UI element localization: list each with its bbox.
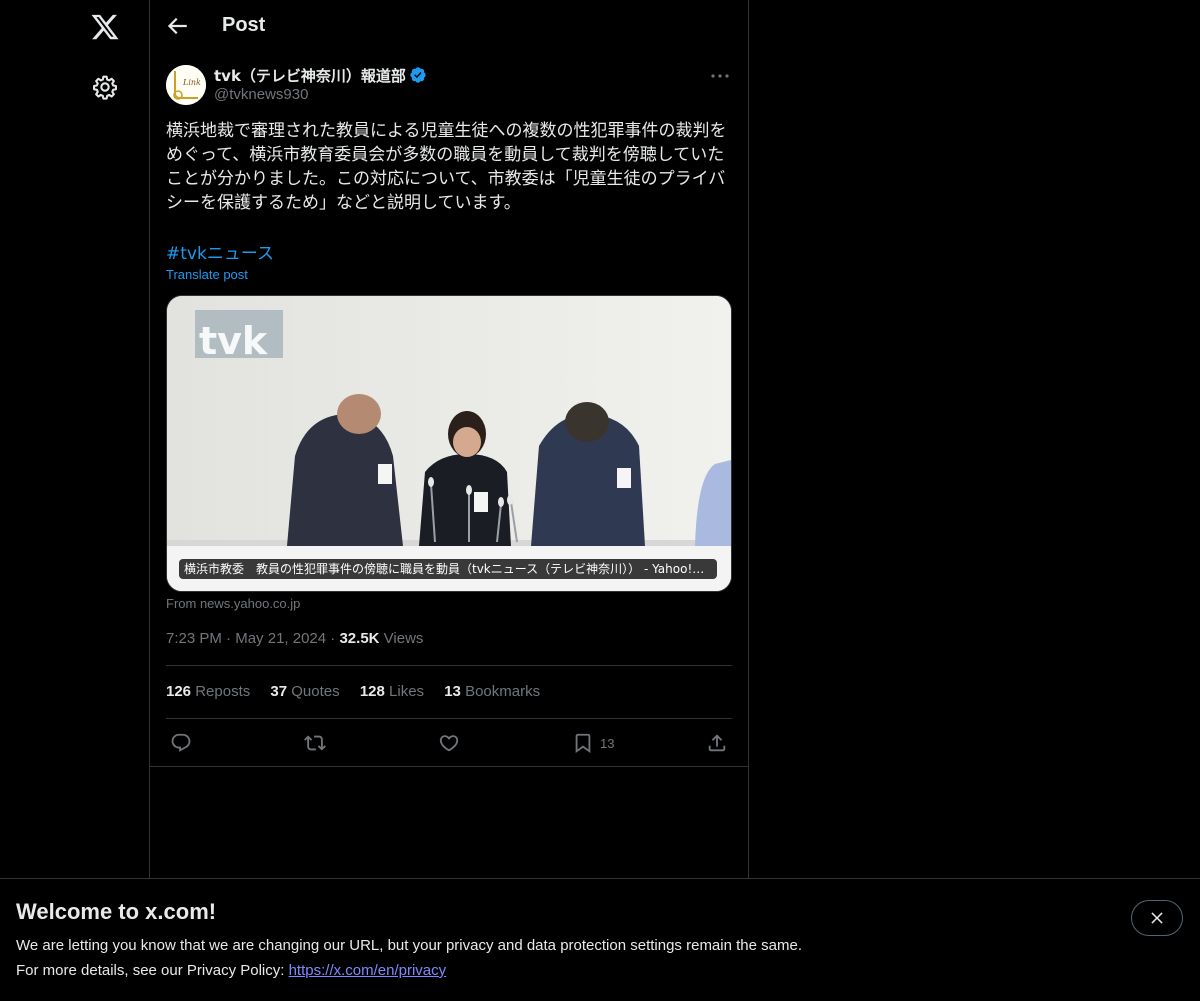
reposts-stat[interactable]: 126 Reposts <box>166 683 250 700</box>
views-count: 32.5K <box>339 630 380 647</box>
quotes-stat[interactable]: 37 Quotes <box>270 683 339 700</box>
banner-policy-prefix: For more details, see our Privacy Policy… <box>16 962 289 979</box>
card-watermark: tvk <box>199 319 268 363</box>
post-date[interactable]: May 21, 2024 <box>235 630 326 647</box>
avatar[interactable]: Link <box>166 65 206 105</box>
close-banner-button[interactable] <box>1131 900 1183 936</box>
quotes-count: 37 <box>270 683 288 700</box>
card-title: 横浜市教委 教員の性犯罪事件の傍聴に職員を動員（tvkニュース（テレビ神奈川））… <box>179 559 717 579</box>
card-image: tvk <box>167 296 731 591</box>
privacy-policy-link[interactable]: https://x.com/en/privacy <box>289 962 447 979</box>
views-label: Views <box>383 630 424 647</box>
bookmarks-stat: 13 Bookmarks <box>444 683 540 700</box>
banner-text: We are letting you know that we are chan… <box>16 937 802 954</box>
divider <box>166 718 732 719</box>
meta-separator: · <box>226 630 236 647</box>
bookmarks-label: Bookmarks <box>465 683 541 700</box>
verified-badge-icon <box>409 66 427 84</box>
bookmark-button[interactable]: 13 <box>572 730 614 756</box>
link-card[interactable]: tvk 横浜市教委 教員の性犯罪事件の傍聴に職員を動員（tvkニュース（テレビ神… <box>166 295 732 592</box>
like-button[interactable] <box>438 730 460 756</box>
share-button[interactable] <box>706 730 728 756</box>
back-arrow-icon[interactable] <box>164 13 190 39</box>
like-icon <box>439 735 459 752</box>
reply-button[interactable] <box>170 730 192 756</box>
page-title: Post <box>222 14 266 36</box>
banner-text-line2: For more details, see our Privacy Policy… <box>16 962 446 979</box>
likes-label: Likes <box>389 683 425 700</box>
repost-icon <box>304 735 326 751</box>
reply-icon <box>171 733 191 752</box>
handle[interactable]: @tvknews930 <box>214 86 308 103</box>
post-text: 横浜地裁で審理された教員による児童生徒への複数の性犯罪事件の裁判を めぐって、横… <box>166 121 727 213</box>
post-actions: 13 <box>166 730 732 756</box>
bookmark-count: 13 <box>600 735 615 751</box>
svg-text:Link: Link <box>182 78 201 87</box>
divider <box>166 665 732 666</box>
banner-title: Welcome to x.com! <box>16 899 217 924</box>
x-logo-icon[interactable] <box>90 12 120 42</box>
likes-count: 128 <box>359 683 385 700</box>
display-name-text[interactable]: tvk（テレビ神奈川）報道部 <box>214 67 406 85</box>
likes-stat[interactable]: 128 Likes <box>360 683 424 700</box>
reposts-label: Reposts <box>195 683 251 700</box>
close-icon <box>1151 912 1163 924</box>
left-nav <box>0 0 150 1000</box>
card-source[interactable]: From news.yahoo.co.jp <box>166 596 300 611</box>
welcome-banner: Welcome to x.com! We are letting you kno… <box>0 878 1200 1001</box>
page-header: Post <box>150 0 748 54</box>
bookmark-icon <box>575 733 591 754</box>
repost-button[interactable] <box>304 730 326 756</box>
post-column: Post Link tvk（テレビ神奈川）報道部 @tvknews930 横浜地… <box>150 0 749 1000</box>
gear-icon[interactable] <box>92 74 118 100</box>
translate-post-link[interactable]: Translate post <box>166 267 248 282</box>
post-stats: 126 Reposts 37 Quotes 128 Likes 13 Bookm… <box>166 683 556 700</box>
more-icon[interactable] <box>708 64 732 88</box>
display-name[interactable]: tvk（テレビ神奈川）報道部 <box>214 65 427 86</box>
post-author: Link tvk（テレビ神奈川）報道部 @tvknews930 <box>166 64 732 108</box>
hashtag-link[interactable]: #tvkニュース <box>166 239 274 264</box>
reposts-count: 126 <box>166 683 192 700</box>
bookmarks-count: 13 <box>444 683 461 700</box>
post-meta: 7:23 PM · May 21, 2024 · 32.5K Views <box>166 630 423 647</box>
divider <box>150 766 748 767</box>
quotes-label: Quotes <box>291 683 340 700</box>
post-time[interactable]: 7:23 PM <box>166 630 222 647</box>
share-icon <box>708 734 726 752</box>
